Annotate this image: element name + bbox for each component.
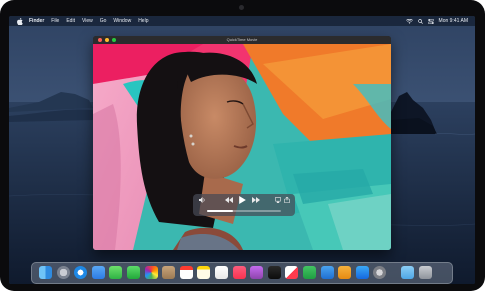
app-store-icon[interactable]	[355, 266, 369, 279]
wifi-icon[interactable]	[405, 18, 413, 24]
menu-go[interactable]: Go	[100, 16, 107, 26]
apple-icon[interactable]	[17, 17, 23, 25]
menu-clock[interactable]: Mon 9:41 AM	[439, 16, 468, 26]
scrubber-progress	[207, 210, 233, 212]
playback-controls	[193, 194, 295, 216]
play-icon[interactable]	[239, 196, 246, 204]
fast-forward-icon[interactable]	[252, 197, 260, 203]
airplay-icon[interactable]	[275, 197, 281, 203]
contacts-icon[interactable]	[162, 266, 176, 279]
facetime-icon[interactable]	[127, 266, 140, 279]
control-center-icon[interactable]	[427, 18, 434, 24]
trash-icon[interactable]	[418, 266, 432, 279]
system-preferences-icon[interactable]	[373, 266, 387, 279]
mail-icon[interactable]	[91, 266, 105, 279]
finder-icon[interactable]	[39, 266, 52, 279]
window-title: QuickTime Movie	[226, 37, 258, 42]
camera-dot	[239, 5, 244, 10]
menu-extras: Mon 9:41 AM	[405, 16, 468, 26]
menu-bar: Finder File Edit View Go Window Help Mon…	[9, 16, 475, 26]
video-frame[interactable]	[93, 44, 391, 250]
mac-display-bezel: Finder File Edit View Go Window Help Mon…	[0, 0, 485, 291]
playback-scrubber[interactable]	[207, 210, 281, 212]
notes-icon[interactable]	[197, 266, 211, 279]
dock	[31, 262, 453, 284]
rewind-icon[interactable]	[225, 197, 233, 203]
menu-app-name[interactable]: Finder	[29, 16, 44, 26]
menu-view[interactable]: View	[82, 16, 93, 26]
volume-icon[interactable]	[199, 197, 206, 203]
keynote-icon[interactable]	[320, 266, 334, 279]
podcasts-icon[interactable]	[250, 266, 264, 279]
tv-icon[interactable]	[267, 266, 281, 279]
window-titlebar[interactable]: QuickTime Movie	[93, 36, 391, 44]
safari-icon[interactable]	[74, 266, 88, 279]
numbers-icon[interactable]	[303, 266, 316, 279]
downloads-folder-icon[interactable]	[401, 266, 414, 279]
menu-help[interactable]: Help	[138, 16, 148, 26]
search-icon[interactable]	[417, 18, 423, 24]
menu-edit[interactable]: Edit	[66, 16, 75, 26]
menu-file[interactable]: File	[51, 16, 59, 26]
menu-window[interactable]: Window	[113, 16, 131, 26]
share-icon[interactable]	[284, 197, 290, 203]
reminders-icon[interactable]	[215, 266, 228, 279]
news-icon[interactable]	[285, 266, 299, 279]
quicktime-window[interactable]: QuickTime Movie	[93, 36, 391, 250]
messages-icon[interactable]	[109, 266, 123, 279]
photos-icon[interactable]	[144, 266, 158, 279]
launchpad-icon[interactable]	[56, 266, 70, 279]
desktop-screen: Finder File Edit View Go Window Help Mon…	[9, 16, 475, 284]
calendar-icon[interactable]	[179, 266, 193, 279]
music-icon[interactable]	[232, 266, 246, 279]
pages-icon[interactable]	[338, 266, 352, 279]
